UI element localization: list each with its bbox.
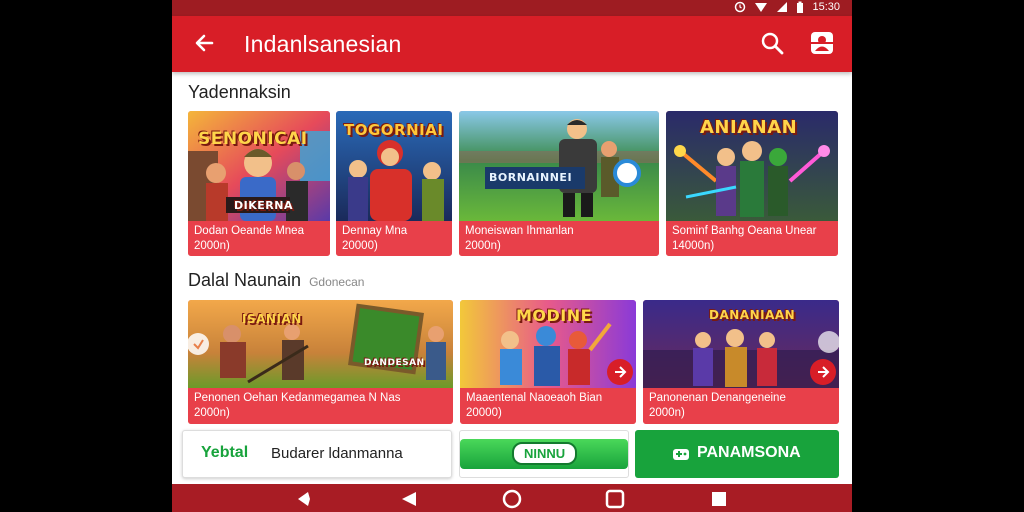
game-title-art: SENONICAI bbox=[198, 129, 308, 149]
card-price: 20000) bbox=[466, 407, 502, 419]
phone-screen: 15:30 Indanlsanesian Yadennaksin SENONIC… bbox=[172, 0, 852, 512]
section-popular-label: Dalal Naunain bbox=[188, 270, 302, 290]
game-card[interactable]: SENONICAI DIKERNA Dodan Oeande Mnea 2000… bbox=[188, 111, 330, 256]
game-subtitle-art: DIKERNA bbox=[234, 199, 293, 212]
section-popular-sublabel: Gdonecan bbox=[309, 275, 365, 289]
card-price: 20000) bbox=[342, 240, 378, 252]
card-caption: Penonen Oehan Kedanmegamea N Nas 2000n) bbox=[188, 388, 453, 424]
game-title-art: TOGORNIAI bbox=[344, 121, 444, 139]
card-caption: Panonenan Denangeneine 2000n) bbox=[643, 388, 839, 424]
action-button-label: PANAMSONA bbox=[697, 444, 801, 461]
game-thumbnail bbox=[459, 111, 659, 221]
game-card[interactable]: BORNAINNEI Moneiswan Ihmanlan 2000n) bbox=[459, 111, 659, 256]
game-title-art: ANIANAN bbox=[700, 117, 798, 138]
card-title: Panonenan Denangeneine bbox=[649, 392, 786, 404]
promo-pill-label: NINNU bbox=[512, 442, 578, 465]
card-title: Maaentenal Naoeaoh Bian bbox=[466, 392, 603, 404]
section-title-popular: Dalal Naunain Gdonecan bbox=[188, 270, 364, 291]
arrow-left-icon bbox=[195, 34, 214, 52]
game-title-art: MODINE bbox=[516, 306, 593, 325]
game-card[interactable]: MODINE Maaentenal Naoeaoh Bian 20000) bbox=[460, 300, 636, 424]
home-icon[interactable] bbox=[501, 488, 523, 510]
promo-pill: NINNU bbox=[460, 439, 628, 469]
game-title-art: DANANIAAN bbox=[709, 308, 796, 322]
search-icon bbox=[761, 32, 784, 55]
page-title: Indanlsanesian bbox=[244, 31, 402, 57]
search-button[interactable] bbox=[758, 29, 786, 57]
card-title: Moneiswan Ihmanlan bbox=[465, 225, 574, 237]
account-icon bbox=[811, 32, 833, 54]
card-title: Penonen Oehan Kedanmegamea N Nas bbox=[194, 392, 401, 404]
promo-text: Budarer ldanmanna bbox=[271, 445, 403, 462]
game-card[interactable]: ANIANAN Sominf Banhg Oeana Unear 14000n) bbox=[666, 111, 838, 256]
card-title: Dodan Oeande Mnea bbox=[194, 225, 304, 237]
battery-icon bbox=[797, 1, 804, 13]
wifi-icon bbox=[755, 3, 768, 12]
back-button[interactable] bbox=[190, 28, 220, 58]
game-card[interactable]: ISANIAN DANDESAN Penonen Oehan Kedanmega… bbox=[188, 300, 453, 424]
game-thumbnail bbox=[188, 300, 453, 388]
app-bar: Indanlsanesian bbox=[172, 16, 852, 72]
back-nav-icon[interactable] bbox=[294, 488, 316, 510]
card-caption: Dennay Mna 20000) bbox=[336, 221, 452, 256]
section-title-featured: Yadennaksin bbox=[188, 82, 291, 103]
game-card[interactable]: TOGORNIAI Dennay Mna 20000) bbox=[336, 111, 452, 256]
game-card[interactable]: DANANIAAN Panonenan Denangeneine 2000n) bbox=[643, 300, 839, 424]
card-title: Sominf Banhg Oeana Unear bbox=[672, 225, 817, 237]
card-caption: Dodan Oeande Mnea 2000n) bbox=[188, 221, 330, 256]
card-price: 2000n) bbox=[194, 240, 230, 252]
section-featured-label: Yadennaksin bbox=[188, 82, 291, 102]
card-price: 14000n) bbox=[672, 240, 715, 252]
alarm-icon bbox=[735, 1, 746, 13]
game-title-art: ISANIAN bbox=[242, 312, 302, 326]
card-price: 2000n) bbox=[465, 240, 501, 252]
recents-icon[interactable] bbox=[604, 488, 626, 510]
card-caption: Maaentenal Naoeaoh Bian 20000) bbox=[460, 388, 636, 424]
promo-banner[interactable]: Yebtal Budarer ldanmanna bbox=[182, 430, 452, 478]
game-title-art: BORNAINNEI bbox=[489, 171, 573, 184]
card-caption: Sominf Banhg Oeana Unear 14000n) bbox=[666, 221, 838, 256]
account-button[interactable] bbox=[808, 29, 836, 57]
action-button[interactable]: PANAMSONA bbox=[635, 430, 839, 478]
card-price: 2000n) bbox=[194, 407, 230, 419]
game-subtitle-art: DANDESAN bbox=[364, 358, 425, 368]
signal-icon bbox=[777, 2, 788, 12]
card-caption: Moneiswan Ihmanlan 2000n) bbox=[459, 221, 659, 256]
status-bar: 15:30 bbox=[172, 0, 852, 16]
system-nav-bar bbox=[172, 484, 852, 512]
triangle-back-icon[interactable] bbox=[398, 488, 420, 510]
gamepad-icon bbox=[673, 449, 689, 460]
square-icon[interactable] bbox=[708, 488, 730, 510]
card-price: 2000n) bbox=[649, 407, 685, 419]
card-title: Dennay Mna bbox=[342, 225, 408, 237]
status-time: 15:30 bbox=[812, 1, 840, 13]
promo-pill-container[interactable]: NINNU bbox=[459, 430, 629, 478]
promo-tag: Yebtal bbox=[201, 444, 249, 461]
